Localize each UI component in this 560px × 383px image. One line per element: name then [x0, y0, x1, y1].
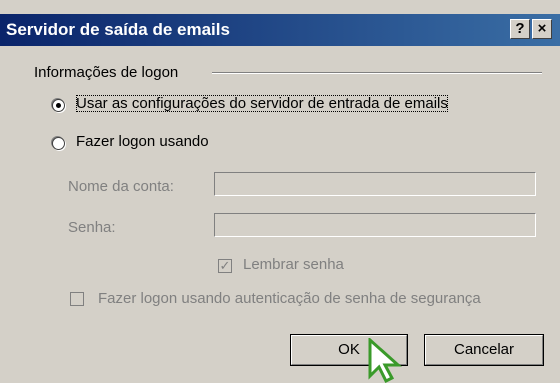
spa-checkbox[interactable]	[70, 292, 84, 306]
logon-using-label[interactable]: Fazer logon usando	[76, 133, 209, 150]
account-name-label: Nome da conta:	[68, 178, 174, 195]
spa-label: Fazer logon usando autenticação de senha…	[98, 290, 481, 307]
title-bar[interactable]: Servidor de saída de emails ? ×	[0, 14, 560, 46]
window-title: Servidor de saída de emails	[6, 20, 230, 39]
use-incoming-label[interactable]: Usar as configurações do servidor de ent…	[76, 95, 448, 112]
dialog-window: Servidor de saída de emails ? × Informaç…	[0, 0, 560, 383]
group-divider	[212, 72, 542, 74]
ok-button-label: OK	[338, 341, 360, 358]
cancel-button-label: Cancelar	[453, 341, 515, 358]
remember-password-label: Lembrar senha	[243, 256, 344, 273]
radio-dot-icon	[56, 103, 61, 108]
cancel-button[interactable]: Cancelar	[424, 334, 544, 366]
password-label: Senha:	[68, 219, 116, 236]
mouse-cursor-icon	[368, 338, 402, 383]
group-label: Informações de logon	[34, 64, 179, 81]
account-name-field[interactable]	[214, 172, 536, 196]
logon-using-radio[interactable]	[52, 137, 65, 150]
help-button[interactable]: ?	[510, 19, 530, 39]
remember-password-checkbox[interactable]: ✓	[218, 259, 232, 273]
close-button[interactable]: ×	[532, 19, 552, 39]
password-field[interactable]	[214, 213, 536, 237]
use-incoming-radio[interactable]	[52, 99, 65, 112]
